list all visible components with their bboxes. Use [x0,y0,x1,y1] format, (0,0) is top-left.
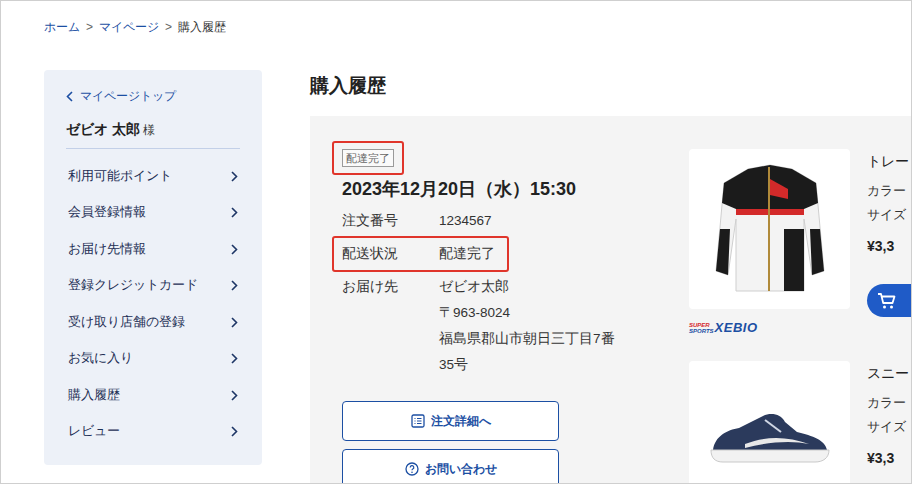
field-label: 注文番号 [342,208,439,234]
shop-logo-line2: SPORTS [689,328,714,334]
sidebar-item-label[interactable]: 購入履歴 [68,386,120,405]
product-price: ¥3,3 [867,236,911,256]
sidebar-item[interactable]: レビュー [66,414,240,451]
product-name[interactable]: スニー [867,363,909,383]
breadcrumb-separator: > [165,19,172,35]
field-label: 配送状況 [342,241,439,267]
chevron-left-icon [66,91,73,102]
main-content: 購入履歴配達完了2023年12月20日（水）15:30注文番号1234567配送… [310,70,911,484]
sidebar-item[interactable]: 購入履歴 [66,377,240,414]
field-value: 1234567 [439,208,492,234]
field-value-line: 〒963-8024 [439,300,615,326]
chevron-right-icon [231,207,238,218]
status-badge: 配達完了 [342,149,394,167]
sidebar-item-label[interactable]: 受け取り店舗の登録 [68,313,185,332]
sidebar-item-label[interactable]: 会員登録情報 [68,203,146,222]
order-summary: 配達完了2023年12月20日（水）15:30注文番号1234567配送状況配達… [342,141,657,484]
inquiry-button[interactable]: お問い合わせ [342,449,559,484]
field-value-line: 1234567 [439,208,492,234]
honorific: 様 [143,121,155,139]
chevron-right-icon [231,280,238,291]
user-name: ゼビオ 太郎様 [66,119,240,139]
chevron-right-icon [231,171,238,182]
back-label[interactable]: マイページトップ [80,87,176,105]
sidebar: マイページトップゼビオ 太郎様利用可能ポイント会員登録情報お届け先情報登録クレジ… [44,70,262,465]
order-detail-button[interactable]: 注文詳細へ [342,401,559,441]
order-field: 配送状況配達完了 [332,236,509,272]
field-value: 配達完了 [439,241,495,267]
order-card: 配達完了2023年12月20日（水）15:30注文番号1234567配送状況配達… [310,116,911,484]
sidebar-item[interactable]: 受け取り店舗の登録 [66,304,240,341]
order-field: お届け先ゼビオ太郎〒963-8024福島県郡山市朝日三丁目7番35号 [332,272,629,380]
cart-icon [877,292,897,310]
product-name[interactable]: トレー [867,151,911,171]
back-link[interactable]: マイページトップ [66,87,240,105]
product-image[interactable] [689,149,850,309]
sidebar-menu: 利用可能ポイント会員登録情報お届け先情報登録クレジットカード受け取り店舗の登録お… [66,158,240,450]
product-info: スニーカラーサイズ ¥3,3 [867,361,909,484]
chevron-right-icon [231,353,238,364]
product-size: サイズ [867,417,909,437]
button-label[interactable]: 注文詳細へ [431,412,491,430]
sidebar-item[interactable]: お気に入り [66,341,240,378]
chevron-right-icon [231,244,238,255]
question-icon [405,462,419,476]
product-image-column [689,361,850,484]
button-label[interactable]: お問い合わせ [425,460,497,478]
sidebar-item-label[interactable]: 利用可能ポイント [68,167,172,186]
field-value-line: 35号 [439,352,615,378]
content: マイページトップゼビオ 太郎様利用可能ポイント会員登録情報お届け先情報登録クレジ… [1,70,911,484]
chevron-right-icon [231,317,238,328]
sidebar-item[interactable]: お届け先情報 [66,231,240,268]
field-value-line: 福島県郡山市朝日三丁目7番 [439,326,615,352]
order-date: 2023年12月20日（水）15:30 [342,176,657,202]
chevron-right-icon [231,426,238,437]
field-value-line: 配達完了 [439,241,495,267]
product-info: トレーカラーサイズ ¥3,3 [867,149,911,361]
breadcrumb-item[interactable]: ホーム [44,19,80,35]
order-fields: 注文番号1234567配送状況配達完了お届け先ゼビオ太郎〒963-8024福島県… [342,206,657,380]
field-value: ゼビオ太郎〒963-8024福島県郡山市朝日三丁目7番35号 [439,274,615,378]
product-color: カラー [867,181,911,201]
shop-logo-line1: SUPER [689,322,714,328]
sidebar-divider [66,148,240,149]
shop-logo-small: SUPERSPORTS [689,322,714,334]
page-title: 購入履歴 [310,70,911,102]
add-to-cart-button[interactable] [867,284,911,317]
sidebar-item-label[interactable]: 登録クレジットカード [68,276,198,295]
product-image-column: SUPERSPORTSXEBIO [689,149,850,361]
product: スニーカラーサイズ ¥3,3 [689,361,911,484]
sidebar-item-label[interactable]: お届け先情報 [68,240,146,259]
product-size: サイズ [867,205,911,225]
sidebar-item[interactable]: 登録クレジットカード [66,268,240,305]
product-price: ¥3,3 [867,448,909,468]
shop-logo: SUPERSPORTSXEBIO [689,320,850,334]
page: ホーム>マイページ>購入履歴マイページトップゼビオ 太郎様利用可能ポイント会員登… [0,0,912,484]
breadcrumb-separator: > [86,19,93,35]
chevron-right-icon [231,390,238,401]
field-value-line: ゼビオ太郎 [439,274,615,300]
product-list: SUPERSPORTSXEBIOトレーカラーサイズ¥3,3スニーカラーサイズ¥3… [689,149,911,484]
list-icon [411,414,425,428]
order-actions: 注文詳細へお問い合わせ [342,401,657,484]
user-name-text: ゼビオ 太郎 [66,119,140,140]
breadcrumb-item[interactable]: マイページ [99,19,159,35]
breadcrumb-item: 購入履歴 [178,19,226,35]
sidebar-item-label[interactable]: レビュー [68,422,120,441]
product-color: カラー [867,393,909,413]
sidebar-item[interactable]: 利用可能ポイント [66,158,240,195]
order-field: 注文番号1234567 [332,206,506,236]
breadcrumb: ホーム > マイページ > 購入履歴 [1,1,911,36]
sidebar-item-label[interactable]: お気に入り [68,349,133,368]
badge-highlight: 配達完了 [332,141,404,175]
field-label: お届け先 [342,274,439,378]
product: SUPERSPORTSXEBIO トレーカラーサイズ ¥3,3 [689,149,911,361]
sidebar-item[interactable]: 会員登録情報 [66,195,240,232]
shop-logo-brand: XEBIO [715,321,758,334]
product-image[interactable] [689,361,850,484]
